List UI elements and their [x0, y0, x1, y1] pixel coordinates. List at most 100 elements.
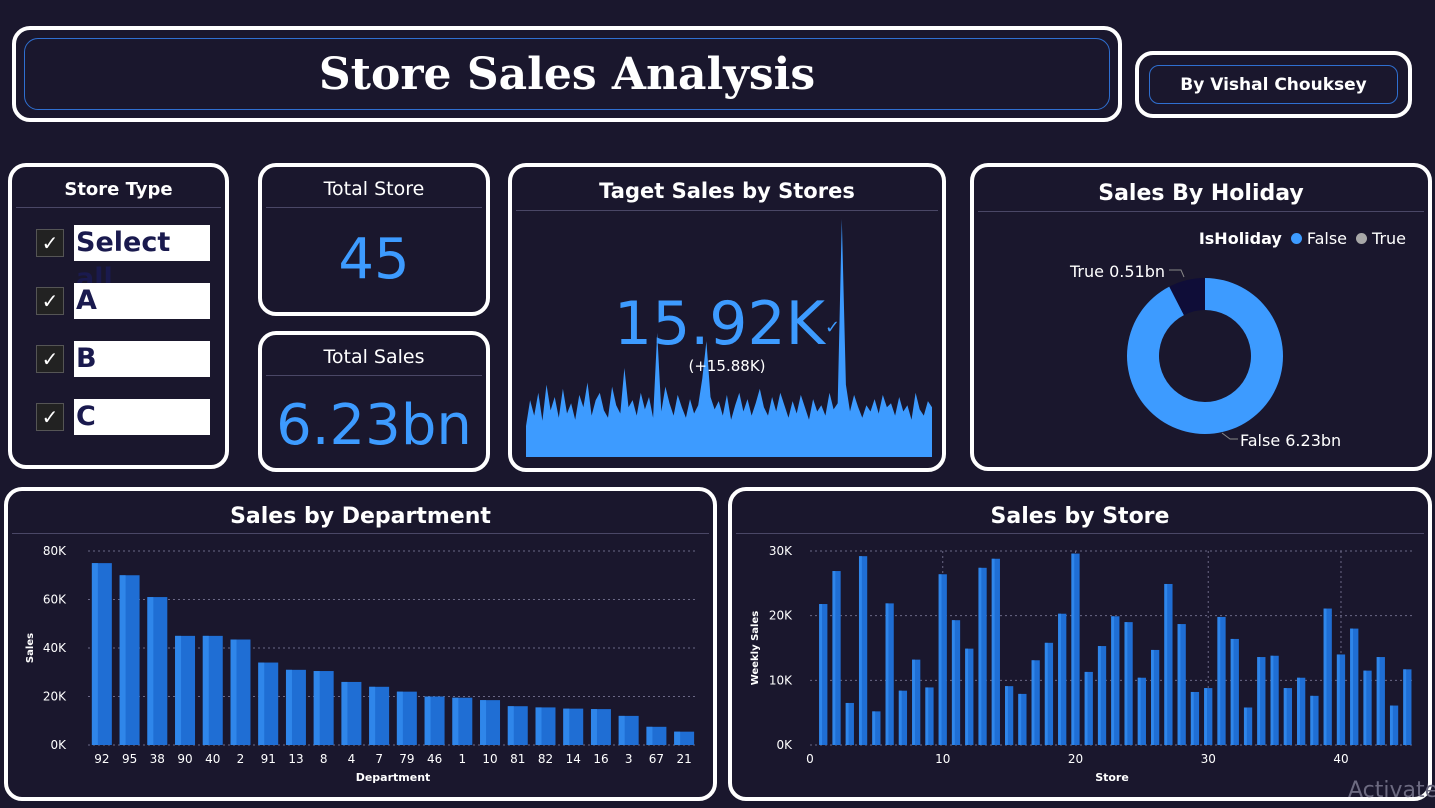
bar-highlight [1005, 686, 1008, 745]
checkbox-a[interactable]: ✓ [36, 287, 64, 315]
slicer-item-label: B [74, 341, 210, 377]
bar-highlight [1204, 688, 1208, 745]
bar-highlight [535, 707, 542, 745]
y-tick-label: 0K [50, 738, 67, 752]
bar-highlight [1230, 638, 1234, 745]
holiday-donut-chart: True 0.51bn False 6.23bn [1069, 262, 1341, 450]
bar-highlight [1190, 691, 1194, 745]
bar-highlight [230, 639, 237, 745]
y-tick-label: 40K [43, 641, 67, 655]
bar-highlight [1164, 583, 1168, 745]
y-tick-label: 0K [776, 738, 793, 752]
department-bar-chart: 0K 20K 40K 60K 80K 92 95 38 90 40 2 91 13 8 4 7 79 46 1 10 8… [25, 544, 698, 784]
bar-highlight [832, 571, 836, 745]
bar-highlight [1376, 657, 1380, 745]
bar-highlight [1270, 655, 1274, 745]
bar-highlight [898, 690, 902, 745]
bar-highlight [1310, 695, 1314, 745]
x-tick-label: 10 [935, 752, 950, 766]
x-tick-label: 82 [538, 752, 553, 766]
bar-highlight [991, 558, 995, 745]
bar-highlight [885, 603, 889, 745]
bar-highlight [1111, 616, 1115, 745]
x-axis-label: Store [1095, 771, 1129, 784]
sales-by-store-card: Sales by Store 0K 10K 20K 30K 0 10 20 30 40 Store… [728, 487, 1432, 801]
x-tick-label: 13 [288, 752, 303, 766]
bar-highlight [1018, 693, 1022, 745]
x-tick-label: 0 [806, 752, 814, 766]
x-tick-label: 46 [427, 752, 442, 766]
store-bar-chart: 0K 10K 20K 30K 0 10 20 30 40 Store Weekly Sales [750, 544, 1414, 784]
target-sales-delta: (+15.88K) [688, 357, 766, 375]
slicer-item-c[interactable]: ✓ C [36, 398, 210, 436]
y-tick-label: 20K [43, 690, 67, 704]
y-tick-label: 20K [769, 609, 793, 623]
x-tick-label: 30 [1201, 752, 1216, 766]
total-sales-title: Total Sales [323, 346, 425, 368]
slicer-item-label: C [74, 399, 210, 435]
x-tick-label: 7 [375, 752, 383, 766]
x-tick-label: 79 [399, 752, 414, 766]
bar-highlight [175, 635, 182, 745]
target-sales-card: Taget Sales by Stores 15.92K✓ (+15.88K) [508, 163, 946, 472]
x-tick-label: 67 [649, 752, 664, 766]
holiday-card: Sales By Holiday IsHoliday False True Tr… [970, 163, 1432, 471]
x-tick-label: 10 [482, 752, 497, 766]
donut-label-false: False 6.23bn [1240, 431, 1341, 450]
store-type-slicer: Store Type ✓ Select all ✓ A ✓ B ✓ C [8, 163, 229, 469]
y-tick-label: 30K [769, 544, 793, 558]
bar-highlight [1097, 646, 1101, 745]
x-tick-label: 92 [94, 752, 109, 766]
x-tick-label: 8 [320, 752, 328, 766]
x-tick-label: 90 [177, 752, 192, 766]
page-title: Store Sales Analysis [318, 48, 816, 100]
checkbox-select-all[interactable]: ✓ [36, 229, 64, 257]
x-tick-label: 20 [1068, 752, 1083, 766]
card-divider [266, 375, 482, 376]
activate-watermark: Activate [1348, 778, 1435, 803]
x-tick-label: 14 [566, 752, 581, 766]
bar-highlight [1403, 669, 1407, 745]
bar-highlight [119, 575, 126, 745]
bar-highlight [1177, 624, 1181, 745]
slicer-item-b[interactable]: ✓ B [36, 340, 210, 378]
x-tick-label: 4 [348, 752, 356, 766]
bar-highlight [1257, 657, 1261, 745]
donut-label-true: True 0.51bn [1069, 262, 1165, 281]
x-tick-label: 91 [261, 752, 276, 766]
x-tick-label: 21 [676, 752, 691, 766]
bar-highlight [872, 711, 876, 745]
bar-highlight [646, 726, 653, 745]
check-icon: ✓ [825, 316, 841, 338]
bar-highlight [396, 691, 403, 745]
checkbox-b[interactable]: ✓ [36, 345, 64, 373]
bar-highlight [938, 574, 942, 745]
checkbox-c[interactable]: ✓ [36, 403, 64, 431]
bar-highlight [951, 620, 955, 745]
target-sales-title: Taget Sales by Stores [599, 179, 855, 203]
bar-highlight [1350, 628, 1354, 745]
slicer-divider [16, 207, 221, 208]
card-divider [266, 207, 482, 208]
author-panel: By Vishal Chouksey [1135, 51, 1412, 118]
bar-highlight [313, 671, 320, 745]
x-tick-label: 1 [458, 752, 466, 766]
bar-highlight [674, 731, 681, 745]
slicer-item-select-all[interactable]: ✓ Select all [36, 224, 210, 294]
y-tick-label: 10K [769, 673, 793, 687]
bar-highlight [1151, 649, 1154, 745]
bar-highlight [507, 706, 514, 745]
slicer-item-label: Select all [74, 225, 210, 294]
bar-highlight [369, 686, 376, 745]
target-sales-value: 15.92K✓ [512, 289, 942, 359]
label-leader-true [1169, 269, 1185, 278]
bar-highlight [341, 681, 348, 745]
slicer-item-a[interactable]: ✓ A [36, 282, 210, 320]
bar-highlight [285, 669, 292, 745]
author-label: By Vishal Chouksey [1149, 65, 1398, 104]
slicer-item-label: A [74, 283, 210, 319]
bar-highlight [1389, 705, 1393, 745]
bar-highlight [91, 563, 98, 745]
x-tick-label: 3 [625, 752, 633, 766]
bar-highlight [925, 687, 929, 745]
